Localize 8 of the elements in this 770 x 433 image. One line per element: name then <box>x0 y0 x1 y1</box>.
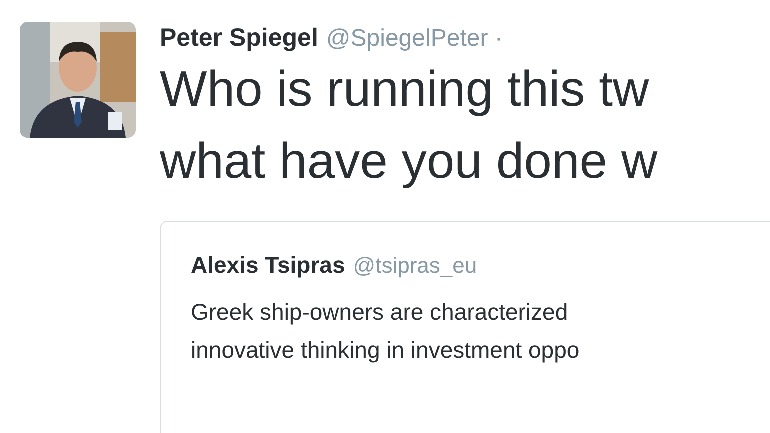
quoted-tweet-text: innovative thinking in investment oppo <box>191 336 581 365</box>
tweet-text: Who is running this tw <box>160 60 650 119</box>
quoted-author-name: Alexis Tsipras <box>191 252 346 279</box>
author-name[interactable]: Peter Spiegel <box>160 24 318 53</box>
tweet-text: what have you done w <box>160 132 659 191</box>
quoted-author-handle: @tsipras_eu <box>353 253 478 279</box>
quoted-tweet-card[interactable]: Alexis Tsipras @tsipras_eu Greek ship-owners are characterized innovative thinking in investment oppo <box>160 221 770 433</box>
quoted-tweet-text: Greek ship-owners are characterized <box>191 298 570 327</box>
